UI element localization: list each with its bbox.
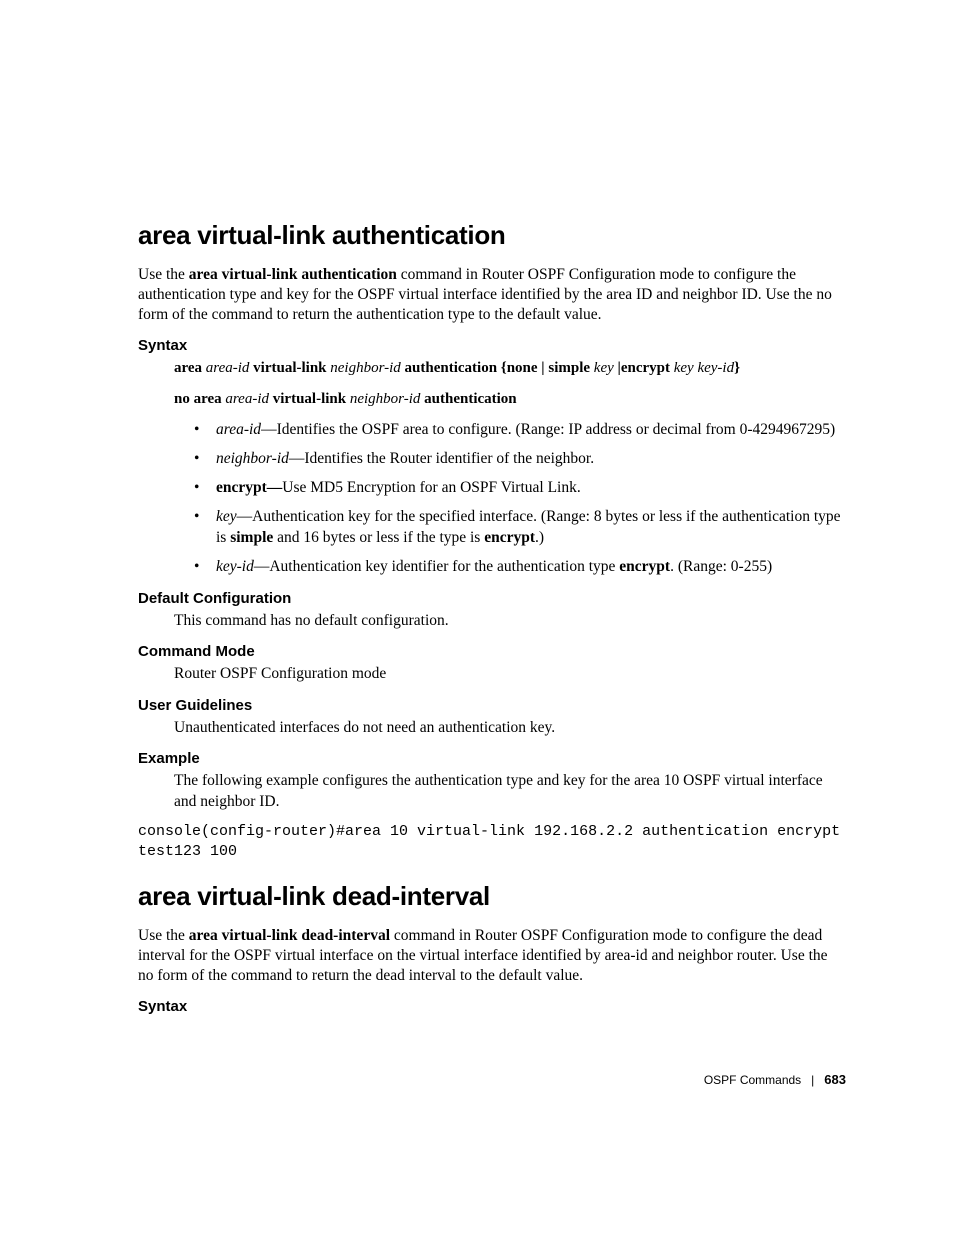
arg: neighbor-id: [350, 391, 421, 407]
user-guidelines-heading: User Guidelines: [138, 697, 846, 714]
list-item: neighbor-id—Identifies the Router identi…: [194, 449, 846, 470]
kw: }: [734, 360, 740, 376]
syntax-line-1: area area-id virtual-link neighbor-id au…: [174, 358, 846, 379]
command-bold: area virtual-link dead-interval: [189, 927, 390, 944]
kw: authentication {none | simple: [401, 360, 594, 376]
text: —Identifies the Router identifier of the…: [289, 450, 594, 467]
page: area virtual-link authentication Use the…: [0, 0, 954, 1235]
user-guidelines-text: Unauthenticated interfaces do not need a…: [174, 718, 846, 738]
arg: key: [216, 508, 237, 525]
arg: neighbor-id: [216, 450, 289, 467]
default-config-heading: Default Configuration: [138, 590, 846, 607]
kw: encrypt—: [216, 479, 282, 496]
text: Use MD5 Encryption for an OSPF Virtual L…: [282, 479, 580, 496]
footer-section: OSPF Commands: [704, 1073, 801, 1087]
kw: no area: [174, 391, 225, 407]
arg: area-id: [206, 360, 250, 376]
page-number: 683: [824, 1072, 846, 1087]
command-bold: area virtual-link authentication: [189, 266, 397, 283]
arg: neighbor-id: [330, 360, 401, 376]
kw: virtual-link: [269, 391, 350, 407]
list-item: encrypt—Use MD5 Encryption for an OSPF V…: [194, 478, 846, 499]
section-title-authentication: area virtual-link authentication: [138, 220, 846, 251]
example-heading: Example: [138, 750, 846, 767]
intro-paragraph-2: Use the area virtual-link dead-interval …: [138, 926, 846, 986]
arg: key: [594, 360, 614, 376]
command-mode-heading: Command Mode: [138, 643, 846, 660]
kw: authentication: [420, 391, 516, 407]
arg: key-id: [216, 558, 254, 575]
intro-paragraph: Use the area virtual-link authentication…: [138, 265, 846, 325]
text: . (Range: 0-255): [670, 558, 772, 575]
kw: area: [174, 360, 206, 376]
text: and 16 bytes or less if the type is: [273, 529, 484, 546]
page-footer: OSPF Commands | 683: [704, 1072, 846, 1087]
syntax-line-2: no area area-id virtual-link neighbor-id…: [174, 389, 846, 410]
section-title-dead-interval: area virtual-link dead-interval: [138, 881, 846, 912]
command-mode-text: Router OSPF Configuration mode: [174, 664, 846, 684]
kw: |encrypt: [614, 360, 674, 376]
list-item: area-id—Identifies the OSPF area to conf…: [194, 420, 846, 441]
text: Use the: [138, 927, 189, 944]
console-output: console(config-router)#area 10 virtual-l…: [138, 822, 846, 863]
syntax-heading: Syntax: [138, 337, 846, 354]
default-config-text: This command has no default configuratio…: [174, 611, 846, 631]
kw: simple: [230, 529, 273, 546]
text: —Authentication key identifier for the a…: [254, 558, 619, 575]
kw: virtual-link: [249, 360, 330, 376]
text: Use the: [138, 266, 189, 283]
footer-separator: |: [811, 1073, 814, 1087]
text: —Identifies the OSPF area to configure. …: [261, 421, 835, 438]
kw: encrypt: [619, 558, 670, 575]
list-item: key—Authentication key for the specified…: [194, 507, 846, 549]
example-text: The following example configures the aut…: [174, 771, 846, 812]
parameter-list: area-id—Identifies the OSPF area to conf…: [194, 420, 846, 578]
arg: key key-id: [674, 360, 734, 376]
kw: encrypt: [484, 529, 535, 546]
arg: area-id: [225, 391, 269, 407]
list-item: key-id—Authentication key identifier for…: [194, 557, 846, 578]
text: .): [535, 529, 544, 546]
arg: area-id: [216, 421, 261, 438]
syntax-heading-2: Syntax: [138, 998, 846, 1015]
